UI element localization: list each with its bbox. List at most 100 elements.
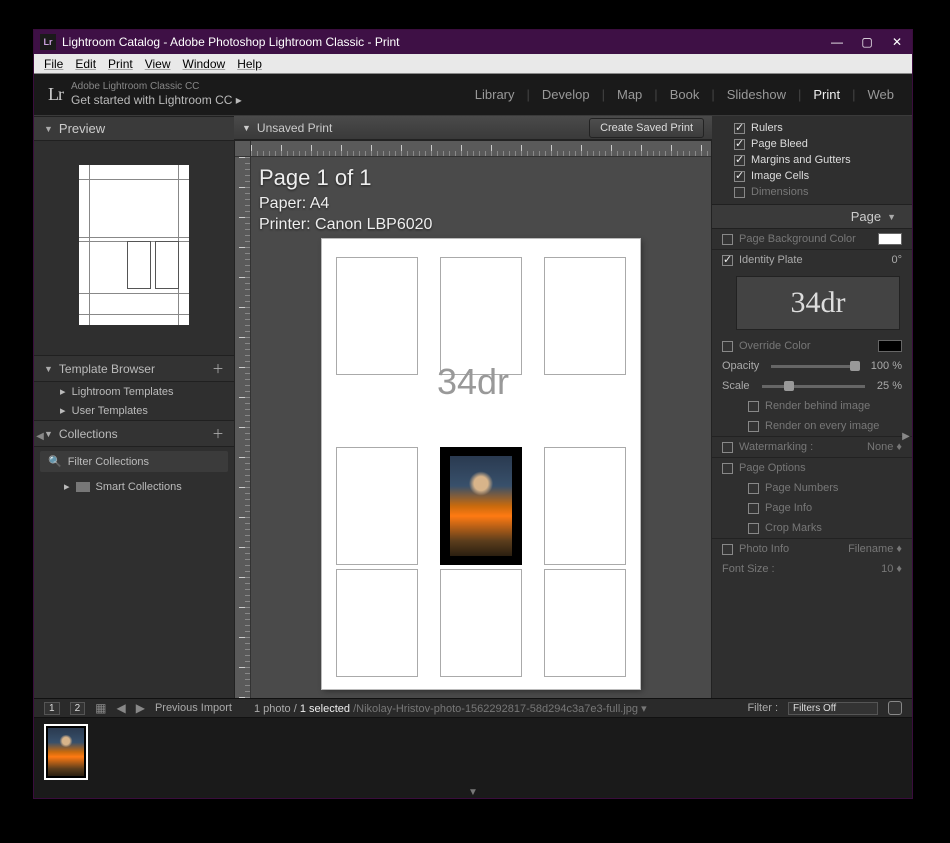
photo-info-value[interactable]: Filename ♦	[848, 543, 902, 555]
module-library[interactable]: Library	[471, 87, 519, 102]
menu-help[interactable]: Help	[231, 57, 268, 71]
photo-count: 1 photo /	[254, 703, 297, 715]
add-template-icon[interactable]: ＋	[212, 360, 224, 377]
collections-label: Collections	[59, 427, 118, 441]
paper-preview[interactable]	[322, 239, 640, 689]
identity-plate-preview[interactable]: 34dr	[736, 276, 900, 330]
screen-1[interactable]: 1	[44, 702, 60, 715]
tree-user-templates[interactable]: ▸ User Templates	[34, 401, 234, 420]
chk-rulers[interactable]	[734, 123, 745, 134]
chk-bg-color[interactable]	[722, 234, 733, 245]
preview-page	[79, 165, 189, 325]
chk-dimensions[interactable]	[734, 187, 745, 198]
chk-margins-gutters[interactable]	[734, 155, 745, 166]
id-plate-angle[interactable]: 0°	[891, 254, 902, 266]
smart-collections-row[interactable]: ▸ Smart Collections	[34, 476, 234, 497]
scale-slider[interactable]	[762, 385, 865, 388]
ruler-corner	[235, 141, 251, 157]
nav-prev-icon[interactable]: ◀	[116, 701, 125, 715]
tree-lightroom-templates[interactable]: ▸ Lightroom Templates	[34, 382, 234, 401]
menu-print[interactable]: Print	[102, 57, 139, 71]
add-collection-icon[interactable]: ＋	[212, 425, 224, 442]
minimize-button[interactable]: —	[822, 30, 852, 54]
lbl-page-bleed: Page Bleed	[751, 138, 808, 150]
menu-edit[interactable]: Edit	[69, 57, 102, 71]
menu-window[interactable]: Window	[177, 57, 232, 71]
chk-crop-marks[interactable]	[748, 523, 759, 534]
bg-color-swatch[interactable]	[878, 233, 902, 245]
filter-lock-icon[interactable]	[888, 701, 902, 715]
menu-bar: File Edit Print View Window Help	[34, 54, 912, 74]
filmstrip-toggle-icon[interactable]: ▼	[34, 786, 912, 798]
lbl-watermarking: Watermarking :	[739, 441, 813, 453]
page-overlay: Page 1 of 1 Paper: A4 Printer: Canon LBP…	[259, 163, 432, 236]
lbl-image-cells: Image Cells	[751, 170, 809, 182]
collections-header[interactable]: ▼Collections＋	[34, 420, 234, 447]
left-edge-grip[interactable]: ◀	[35, 416, 45, 456]
chk-watermarking[interactable]	[722, 442, 733, 453]
filmstrip-header: 1 2 ▦ ◀ ▶ Previous Import 1 photo / 1 se…	[34, 698, 912, 718]
photo-thumb	[450, 456, 512, 556]
title-bar: Lr Lightroom Catalog - Adobe Photoshop L…	[34, 30, 912, 54]
module-map[interactable]: Map	[613, 87, 646, 102]
module-print[interactable]: Print	[809, 87, 844, 102]
maximize-button[interactable]: ▢	[852, 30, 882, 54]
chk-override-color[interactable]	[722, 341, 733, 352]
opacity-slider[interactable]	[771, 365, 859, 368]
grid-view-icon[interactable]: ▦	[95, 701, 106, 715]
filmstrip	[34, 718, 912, 786]
watermarking-value[interactable]: None ♦	[867, 441, 902, 453]
header-line2[interactable]: Get started with Lightroom CC ▸	[71, 93, 242, 107]
right-edge-grip[interactable]: ▶	[901, 416, 911, 456]
module-web[interactable]: Web	[864, 87, 899, 102]
override-color-swatch[interactable]	[878, 340, 902, 352]
lbl-opacity: Opacity	[722, 360, 759, 372]
page-area	[251, 157, 711, 771]
filter-collections-input[interactable]: 🔍Filter Collections	[40, 451, 228, 472]
chk-image-cells[interactable]	[734, 171, 745, 182]
lr-logo: Lr	[48, 84, 63, 105]
chk-page-bleed[interactable]	[734, 139, 745, 150]
header: Lr Adobe Lightroom Classic CC Get starte…	[34, 74, 912, 116]
filter-select[interactable]: Filters Off	[788, 702, 878, 715]
preview-header-label: Preview	[59, 121, 105, 136]
watermark-overlay: 34dr	[437, 361, 509, 403]
lbl-render-behind: Render behind image	[765, 400, 870, 412]
chk-page-options[interactable]	[722, 463, 733, 474]
menu-file[interactable]: File	[38, 57, 69, 71]
header-line1: Adobe Lightroom Classic CC	[71, 81, 242, 93]
template-browser-header[interactable]: ▼Template Browser＋	[34, 355, 234, 382]
preview-header[interactable]: ▼Preview	[34, 116, 234, 141]
center-toolbar-tri-icon[interactable]: ▼	[242, 123, 251, 133]
screen-2[interactable]: 2	[70, 702, 86, 715]
print-cell-photo[interactable]	[440, 447, 522, 565]
center-panel: ▼ Unsaved Print Create Saved Print	[234, 116, 712, 798]
font-size-value[interactable]: 10 ♦	[881, 563, 902, 575]
module-book[interactable]: Book	[666, 87, 704, 102]
chk-render-every[interactable]	[748, 421, 759, 432]
close-button[interactable]: ✕	[882, 30, 912, 54]
window-title: Lightroom Catalog - Adobe Photoshop Ligh…	[62, 35, 822, 49]
prev-import-label[interactable]: Previous Import	[155, 702, 232, 714]
create-saved-print-button[interactable]: Create Saved Print	[589, 118, 704, 138]
overlay-page: Page 1 of 1	[259, 163, 432, 193]
module-picker: Library| Develop| Map| Book| Slideshow| …	[471, 87, 898, 102]
nav-next-icon[interactable]: ▶	[136, 701, 145, 715]
chk-page-numbers[interactable]	[748, 483, 759, 494]
module-slideshow[interactable]: Slideshow	[723, 87, 790, 102]
center-toolbar: ▼ Unsaved Print Create Saved Print	[234, 116, 712, 140]
ruler-horizontal	[251, 141, 711, 157]
filmstrip-thumb[interactable]	[44, 724, 88, 780]
chk-photo-info[interactable]	[722, 544, 733, 555]
menu-view[interactable]: View	[139, 57, 177, 71]
main-area: ▼Preview ▼Template Browser＋ ▸ Lightroom …	[34, 116, 912, 798]
chk-page-info[interactable]	[748, 503, 759, 514]
photo-path[interactable]: /Nikolay-Hristov-photo-1562292817-58d294…	[353, 703, 647, 715]
overlay-printer: Printer: Canon LBP6020	[259, 214, 432, 236]
overlay-paper: Paper: A4	[259, 193, 432, 215]
chk-render-behind[interactable]	[748, 401, 759, 412]
page-section-header[interactable]: Page▼	[712, 204, 912, 229]
lbl-override-color: Override Color	[739, 340, 811, 352]
module-develop[interactable]: Develop	[538, 87, 594, 102]
chk-identity-plate[interactable]	[722, 255, 733, 266]
